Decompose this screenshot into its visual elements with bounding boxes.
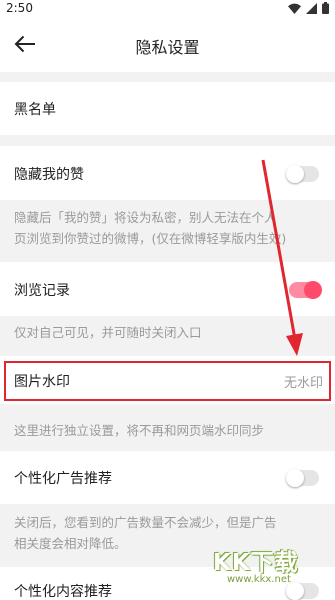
annotation-arrow-icon bbox=[261, 159, 303, 356]
site-watermark: KK下载 www.kkx.net bbox=[213, 543, 299, 585]
watermark-logo: KK下载 bbox=[213, 550, 299, 576]
watermark-url: www.kkx.net bbox=[227, 574, 291, 585]
